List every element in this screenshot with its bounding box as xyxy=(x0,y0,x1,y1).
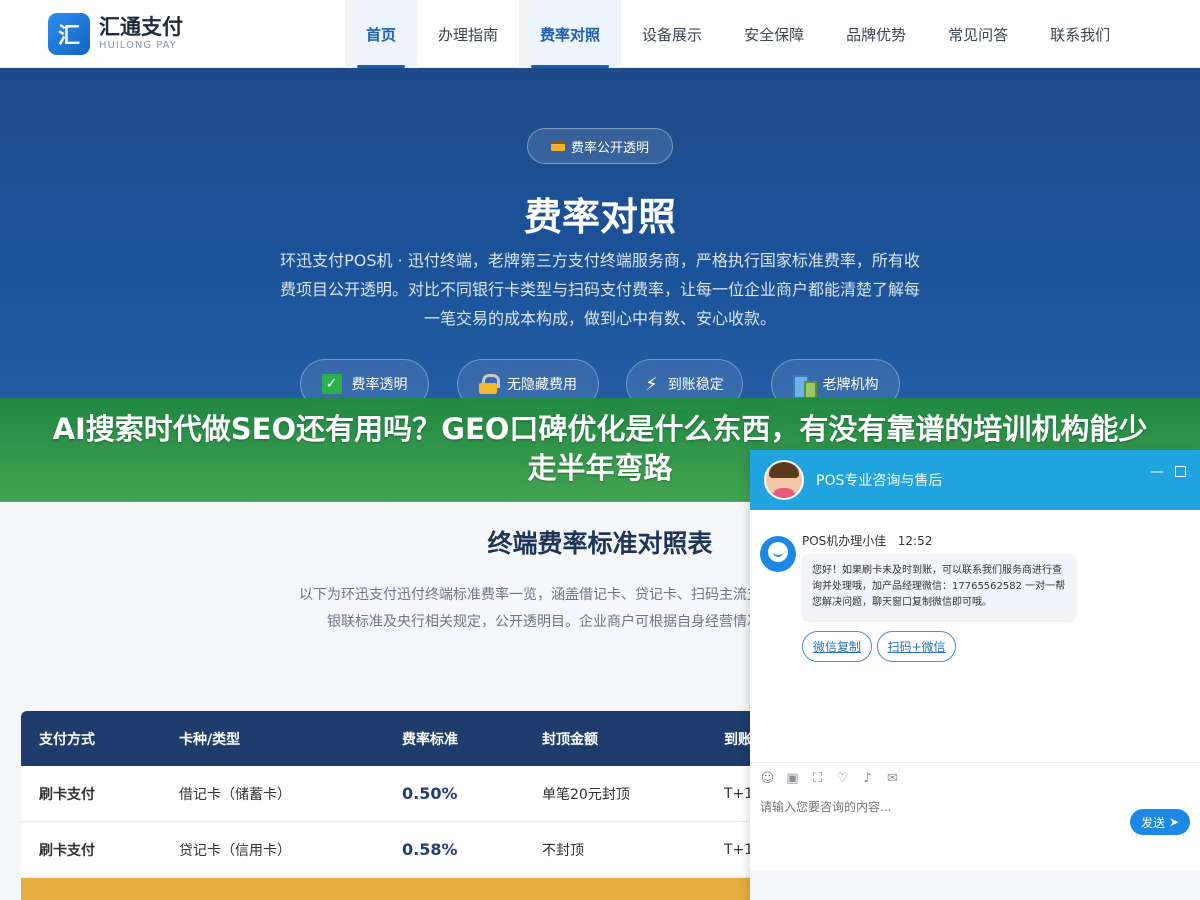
table-cell: 单笔20元封顶 xyxy=(542,786,630,803)
message-bubble: 您好！如果刷卡未及时到账，可以联系我们服务商进行查询并处理哦，加产品经理微信：1… xyxy=(802,554,1076,620)
table-cell: 0.58% xyxy=(402,840,458,859)
agent-avatar xyxy=(764,460,804,500)
check-icon: ✓ xyxy=(321,374,342,394)
hero-title: 费率对照 xyxy=(523,195,676,239)
nav-contact[interactable]: 联系我们 xyxy=(1029,0,1131,68)
maximize-icon[interactable] xyxy=(1175,466,1186,477)
hero-badge-label: 费率公开透明 xyxy=(570,140,649,156)
chat-header-title: POS专业咨询与售后 xyxy=(816,473,943,489)
table-cell: T+1 xyxy=(724,841,754,858)
chat-toolbar: ☺ ▣ ⛶ ♡ ♪ ✉ xyxy=(760,771,900,786)
send-label: 发送 xyxy=(1140,815,1165,830)
lightning-icon: ⚡ xyxy=(645,373,658,395)
message-sender: POS机办理小佳 12:52 xyxy=(802,532,932,549)
brand-name-en: HUILONG PAY xyxy=(99,40,177,51)
logo-icon: 汇 xyxy=(48,13,90,55)
site-header: 汇 汇通支付 HUILONG PAY 首页 办理指南 费率对照 设备展示 安全保… xyxy=(0,0,1200,68)
wechat-icon[interactable]: ✉ xyxy=(885,771,900,786)
message-time: 12:52 xyxy=(897,534,933,548)
column-header: 到账 xyxy=(724,731,752,748)
feature-label: 到账稳定 xyxy=(667,377,724,393)
copy-wechat-button[interactable]: 微信复制 xyxy=(802,631,872,662)
lock-icon xyxy=(479,374,500,394)
brand-name: 汇通支付 xyxy=(99,15,183,39)
screenshot-icon[interactable]: ⛶ xyxy=(810,771,825,786)
scan-wechat-button[interactable]: 扫码+微信 xyxy=(877,631,956,662)
site-logo[interactable]: 汇 汇通支付 HUILONG PAY xyxy=(48,13,183,55)
credit-card-icon xyxy=(550,141,565,151)
column-header: 支付方式 xyxy=(39,731,95,748)
rating-icon[interactable]: ♡ xyxy=(835,771,850,786)
minimize-icon[interactable]: — xyxy=(1150,464,1164,480)
nav-guide[interactable]: 办理指南 xyxy=(417,0,519,68)
nav-faq[interactable]: 常见问答 xyxy=(927,0,1029,68)
image-icon[interactable]: ▣ xyxy=(785,771,800,786)
send-icon: ➤ xyxy=(1168,815,1180,829)
column-header: 费率标准 xyxy=(402,731,458,748)
hero-description: 环迅支付POS机 · 迅付终端，老牌第三方支付终端服务商，严格执行国家标准费率，… xyxy=(280,251,921,328)
sender-avatar xyxy=(760,536,796,572)
send-button[interactable]: 发送 ➤ xyxy=(1130,809,1190,835)
chat-footer xyxy=(750,870,1200,900)
nav-security[interactable]: 安全保障 xyxy=(723,0,825,68)
feature-label: 费率透明 xyxy=(351,377,408,393)
chat-header: POS专业咨询与售后 — xyxy=(750,450,1200,510)
feature-label: 无隐藏费用 xyxy=(507,377,577,393)
sender-name: POS机办理小佳 xyxy=(802,534,887,548)
hero-badge: 费率公开透明 xyxy=(527,128,673,164)
column-header: 封顶金额 xyxy=(542,731,598,748)
table-cell: 贷记卡（信用卡） xyxy=(179,842,291,859)
chat-widget: POS专业咨询与售后 — POS机办理小佳 12:52 您好！如果刷卡未及时到账… xyxy=(750,450,1200,900)
nav-brand[interactable]: 品牌优势 xyxy=(825,0,927,68)
table-cell: 刷卡支付 xyxy=(39,842,95,859)
building-icon xyxy=(792,373,817,399)
voice-icon[interactable]: ♪ xyxy=(860,771,875,786)
table-cell: 借记卡（储蓄卡） xyxy=(179,786,291,803)
nav-devices[interactable]: 设备展示 xyxy=(621,0,723,68)
main-nav: 首页 办理指南 费率对照 设备展示 安全保障 品牌优势 常见问答 联系我们 xyxy=(345,0,1131,68)
nav-home[interactable]: 首页 xyxy=(345,0,418,68)
column-header: 卡种/类型 xyxy=(179,731,241,748)
feature-label: 老牌机构 xyxy=(822,377,879,393)
nav-rates[interactable]: 费率对照 xyxy=(519,0,622,68)
table-cell: 0.50% xyxy=(402,784,458,803)
chat-input[interactable] xyxy=(760,800,1120,814)
table-cell: 不封顶 xyxy=(542,842,584,859)
chat-divider xyxy=(750,762,1200,763)
table-cell: 刷卡支付 xyxy=(39,786,95,803)
emoji-icon[interactable]: ☺ xyxy=(760,771,775,786)
table-cell: T+1 xyxy=(724,785,754,802)
